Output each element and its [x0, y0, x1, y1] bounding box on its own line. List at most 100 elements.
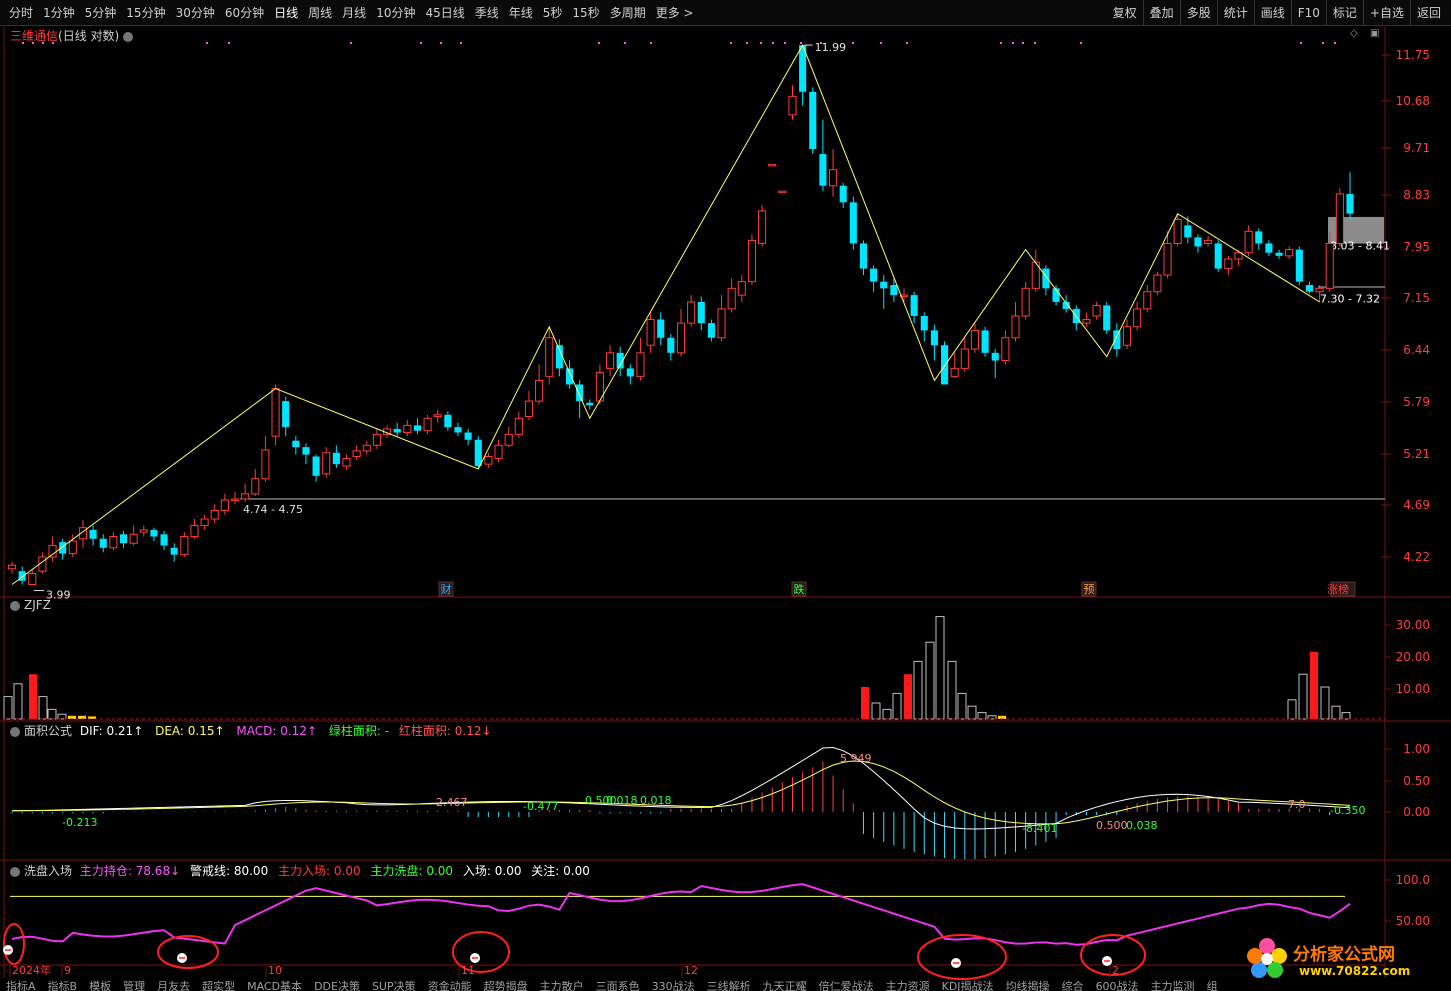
indicator-tab[interactable]: 主力散户: [534, 980, 590, 991]
x-axis-label: 2: [1112, 964, 1119, 977]
candle-body: [819, 154, 827, 186]
zjfz-bar: [925, 641, 935, 720]
candle-body: [768, 163, 777, 167]
signal-dot: [1080, 42, 1082, 44]
candle-body: [1133, 308, 1142, 328]
zjfz-bar: [29, 674, 37, 719]
candle-body: [1021, 287, 1030, 317]
candle-body: [717, 308, 726, 339]
macd-value-label: 0.018: [640, 794, 672, 807]
zjfz-bar: [1341, 712, 1351, 720]
indicator-tab[interactable]: 倍仁爱战法: [813, 980, 880, 991]
price-tick-label: 11.75: [1396, 48, 1430, 62]
signal-dot: [350, 42, 352, 44]
indicator-tab[interactable]: 月友去: [151, 980, 196, 991]
indicator-tab[interactable]: DDE决策: [308, 980, 366, 991]
wash-tick-label: 50.00: [1396, 914, 1430, 928]
signal-dot: [880, 42, 882, 44]
signal-dot: [1334, 42, 1336, 44]
candle-body: [646, 319, 655, 346]
x-axis-label: 2024年: [12, 963, 51, 977]
candle-body: [514, 417, 523, 435]
candle-body: [970, 329, 980, 350]
indicator-tab[interactable]: 主力监测: [1145, 980, 1201, 991]
price-tick-label: 10.68: [1396, 94, 1430, 108]
signal-dot: [820, 42, 822, 44]
candle-body: [636, 352, 645, 377]
indicator-tab[interactable]: SUP决策: [366, 980, 422, 991]
indicator-tab[interactable]: 资金动能: [422, 980, 478, 991]
indicator-tab[interactable]: 均线揭操: [1000, 980, 1056, 991]
signal-dot: [206, 42, 208, 44]
price-tick-label: 8.83: [1403, 188, 1430, 202]
candle-body: [362, 444, 371, 452]
signal-dot: [598, 42, 600, 44]
support-label: 4.74 - 4.75: [243, 503, 303, 516]
indicator-tab[interactable]: 三线解析: [701, 980, 757, 991]
zjfz-bar: [892, 692, 902, 720]
candle-body: [160, 534, 168, 546]
macd-value-label: 0.500: [1096, 819, 1128, 832]
candle-body: [352, 450, 361, 458]
highlight-circle: [3, 923, 25, 965]
zjfz-bar: [947, 660, 957, 720]
indicator-tab[interactable]: 600战法: [1090, 980, 1145, 991]
candle-body: [1255, 231, 1263, 244]
indicator-tab[interactable]: 模板: [83, 980, 117, 991]
kline-chart[interactable]: 11.75 10.68 9.71 8.83 7.95 7.15 6.44 5.79 5.21 4.…: [0, 0, 1451, 991]
indicator-tab[interactable]: 管理: [117, 980, 151, 991]
candle-body: [89, 529, 97, 539]
indicator-tab[interactable]: MACD基本: [241, 980, 308, 991]
indicator-tab[interactable]: 超实型: [196, 980, 241, 991]
highlight-circle: [917, 934, 1007, 980]
highlight-circle: [157, 935, 219, 969]
candle-body: [859, 243, 868, 269]
candle-body: [433, 414, 442, 418]
signal-dot: [460, 42, 462, 44]
candle-body: [687, 301, 696, 324]
signal-dot: [906, 42, 908, 44]
macd-value-label: -0.350: [1330, 804, 1365, 817]
candle-body: [1224, 258, 1233, 270]
candle-body: [332, 452, 340, 465]
candle-body: [1305, 284, 1314, 292]
indicator-tab[interactable]: 指标A: [0, 980, 42, 991]
macd-tick-label: 0.50: [1403, 774, 1430, 788]
candle-body: [220, 499, 229, 511]
indicator-tab[interactable]: 主力资源: [880, 980, 936, 991]
zjfz-bar: [1298, 673, 1308, 720]
candle-body: [1113, 330, 1121, 350]
candle-body: [150, 529, 158, 537]
candle-body: [464, 432, 472, 440]
box-lower-label: 7.30 - 7.32: [1320, 292, 1380, 305]
zjfz-tick-label: 10.00: [1396, 682, 1430, 696]
indicator-tab[interactable]: 指标B: [42, 980, 84, 991]
zjfz-bar: [57, 713, 67, 720]
candle-body: [788, 95, 797, 116]
indicator-tab[interactable]: 330战法: [646, 980, 701, 991]
signal-dot: [852, 42, 854, 44]
indicator-tab[interactable]: 综合: [1056, 980, 1090, 991]
candle-body: [403, 424, 412, 434]
candle-body: [1122, 326, 1132, 346]
candle-body: [59, 542, 67, 554]
zjfz-bar: [913, 660, 923, 720]
candle-body: [890, 284, 898, 296]
indicator-tab[interactable]: 超势揭盘: [478, 980, 534, 991]
candle-body: [454, 427, 462, 433]
indicator-tab[interactable]: 九天正耀: [757, 980, 813, 991]
zjfz-bar: [957, 692, 967, 720]
macd-value-label: 5.949: [840, 752, 872, 765]
candle-body: [251, 478, 260, 495]
candle-body: [1315, 287, 1324, 293]
macd-value-label: -0.213: [62, 816, 97, 829]
candle-body: [1173, 219, 1182, 244]
zjfz-bar: [977, 712, 987, 720]
signal-dot: [32, 42, 34, 44]
indicator-tab[interactable]: KDJ揭战法: [936, 980, 1000, 991]
candle-body: [657, 319, 665, 338]
candle-body: [981, 330, 989, 353]
candle-body: [190, 525, 199, 538]
indicator-tab[interactable]: 组: [1201, 980, 1224, 991]
indicator-tab[interactable]: 三面系色: [590, 980, 646, 991]
